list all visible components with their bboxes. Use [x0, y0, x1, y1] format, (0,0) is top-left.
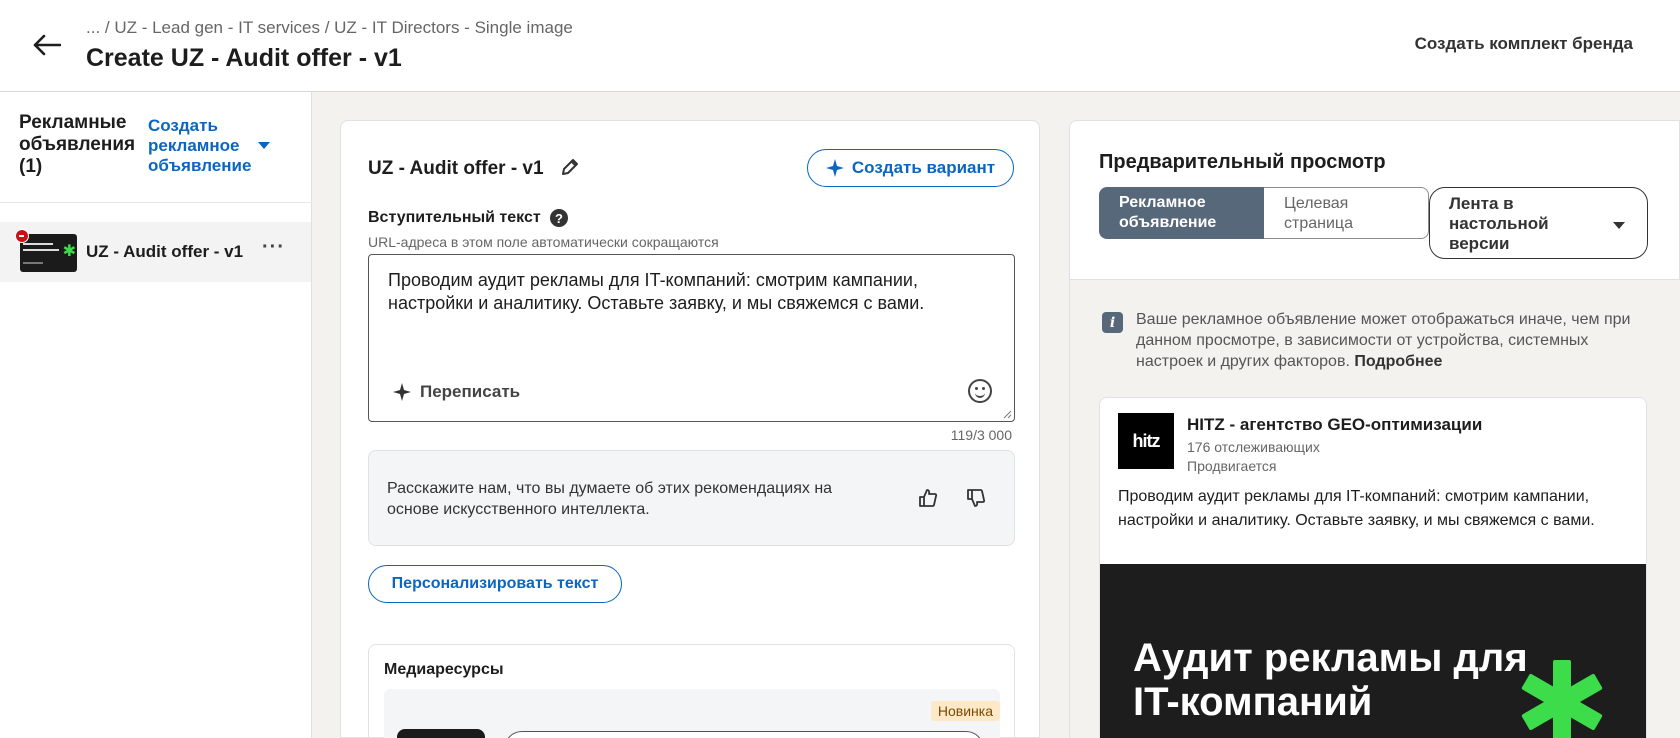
back-button[interactable]: [30, 28, 64, 62]
ad-creative-image: Аудит рекламы для IT-компаний: [1100, 564, 1646, 738]
feed-type-value: Лента в настольной версии: [1449, 194, 1549, 253]
thumbs-up-icon[interactable]: [917, 487, 939, 509]
learn-more-link[interactable]: Подробнее: [1354, 353, 1442, 370]
ad-preview-text: Проводим аудит рекламы для IT-компаний: …: [1118, 488, 1595, 529]
follower-count: 176 отслеживающих: [1187, 439, 1320, 455]
edit-pencil-icon[interactable]: [559, 156, 581, 178]
character-counter: 119/3 000: [950, 427, 1012, 443]
company-logo[interactable]: hitz: [1118, 413, 1174, 469]
chevron-down-icon: [1613, 222, 1625, 229]
intro-text-label: Вступительный текст: [368, 209, 541, 226]
asterisk-icon: [1521, 660, 1603, 738]
url-note: URL-адреса в этом поле автоматически сок…: [368, 234, 719, 250]
preview-info-text: Ваше рекламное объявление может отобража…: [1136, 309, 1646, 372]
intro-text-value[interactable]: Проводим аудит рекламы для IT-компаний: …: [388, 269, 948, 315]
more-options-icon[interactable]: ···: [262, 236, 285, 259]
thumbs-down-icon[interactable]: [965, 487, 987, 509]
media-thumbnail[interactable]: [397, 729, 485, 738]
media-assets-card: Медиаресурсы Новинка: [368, 644, 1015, 738]
ad-editor-panel: UZ - Audit offer - v1 Создать вариант Вс…: [340, 120, 1040, 738]
sidebar-item-label: UZ - Audit offer - v1: [86, 242, 244, 261]
sparkle-icon: [393, 383, 411, 401]
promoted-label: Продвигается: [1187, 458, 1277, 474]
ads-sidebar: Рекламные объявления (1) Создать рекламн…: [0, 92, 312, 738]
help-icon[interactable]: ?: [550, 209, 568, 227]
page-header: ... / UZ - Lead gen - IT services / UZ -…: [0, 0, 1680, 92]
ad-preview-card: hitz HITZ - агентство GEO-оптимизации 17…: [1099, 397, 1647, 738]
media-input[interactable]: [504, 731, 984, 738]
preview-body: i Ваше рекламное объявление может отобра…: [1070, 280, 1680, 738]
create-variant-label: Создать вариант: [851, 158, 996, 177]
arrow-left-icon: [33, 34, 61, 56]
info-icon: i: [1102, 312, 1123, 333]
tab-landing-page[interactable]: Целевая страница: [1264, 187, 1429, 239]
ai-feedback-box: Расскажите нам, что вы думаете об этих р…: [368, 450, 1015, 546]
feed-type-select[interactable]: Лента в настольной версии: [1429, 187, 1648, 259]
sidebar-divider: [0, 202, 312, 203]
remove-icon[interactable]: [15, 229, 29, 243]
media-assets-item: Новинка: [384, 689, 1000, 738]
ai-feedback-text: Расскажите нам, что вы думаете об этих р…: [387, 480, 833, 518]
tab-ad[interactable]: Рекламное объявление: [1099, 187, 1264, 239]
new-badge: Новинка: [930, 701, 1000, 721]
rewrite-button[interactable]: Переписать: [393, 382, 520, 402]
breadcrumb[interactable]: ... / UZ - Lead gen - IT services / UZ -…: [86, 18, 573, 38]
intro-text-input[interactable]: Проводим аудит рекламы для IT-компаний: …: [368, 254, 1015, 422]
ad-name: UZ - Audit offer - v1: [368, 158, 544, 179]
preview-segmented-control: Рекламное объявление Целевая страница: [1099, 187, 1429, 239]
create-brand-kit-button[interactable]: Создать комплект бренда: [1415, 34, 1633, 54]
asterisk-icon: ✱: [62, 243, 76, 260]
personalize-text-button[interactable]: Персонализировать текст: [368, 565, 622, 603]
sidebar-item-ad[interactable]: ✱ UZ - Audit offer - v1 ···: [0, 222, 311, 282]
company-name[interactable]: HITZ - агентство GEO-оптимизации: [1187, 415, 1482, 435]
preview-title: Предварительный просмотр: [1099, 151, 1386, 173]
resize-handle-icon[interactable]: [1002, 409, 1012, 419]
ad-image-headline: Аудит рекламы для IT-компаний: [1133, 636, 1528, 724]
preview-panel: Предварительный просмотр Рекламное объяв…: [1069, 120, 1680, 738]
create-variant-button[interactable]: Создать вариант: [807, 149, 1014, 187]
rewrite-label: Переписать: [420, 382, 521, 401]
emoji-icon[interactable]: [968, 379, 992, 403]
sparkle-icon: [825, 159, 844, 177]
media-assets-title: Медиаресурсы: [384, 661, 504, 678]
page-title: Create UZ - Audit offer - v1: [86, 44, 402, 72]
sidebar-title: Рекламные объявления (1): [19, 112, 136, 177]
chevron-down-icon[interactable]: [258, 142, 270, 149]
ad-thumbnail: ✱: [20, 234, 77, 272]
create-ad-button[interactable]: Создать рекламное объявление: [148, 116, 258, 176]
